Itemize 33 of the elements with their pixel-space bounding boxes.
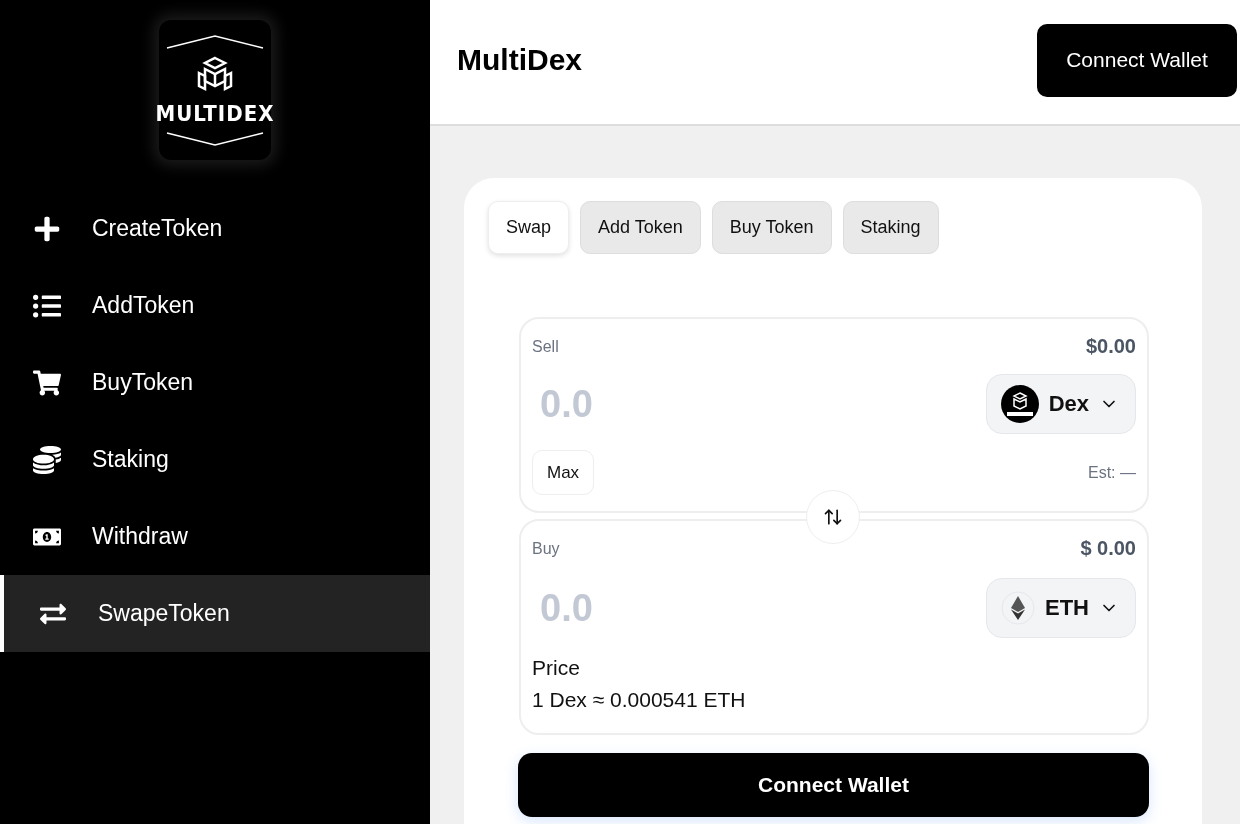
swap-direction-button[interactable] — [806, 490, 860, 544]
tab[interactable]: Add Token — [580, 201, 701, 254]
logo-text: MULTIDEX — [155, 100, 275, 126]
usd-value: $0.00 — [1085, 335, 1136, 358]
tab[interactable]: Staking — [842, 201, 939, 254]
ethereum-icon — [1001, 591, 1035, 625]
sell-label: Sell — [532, 337, 559, 356]
plus-icon — [32, 214, 62, 243]
token-selector[interactable]: ETH — [986, 578, 1136, 638]
page-title: MultiDex — [457, 43, 582, 77]
coins-icon — [32, 445, 62, 474]
sidebar-item[interactable]: BuyToken — [0, 344, 430, 421]
sidebar-item[interactable]: AddToken — [0, 267, 430, 344]
usd-value: $ 0.00 — [1080, 537, 1136, 560]
max-button[interactable]: Max — [532, 450, 595, 495]
token-logo-icon — [1000, 385, 1039, 423]
estimate-text: Est: — — [1088, 463, 1136, 482]
buy-label: Buy — [532, 539, 560, 558]
connect-wallet-button[interactable]: Connect Wallet — [518, 753, 1149, 817]
price-label: Price — [532, 656, 581, 680]
sidebar-item[interactable]: Withdraw — [0, 498, 430, 575]
swap-arrows-icon — [823, 507, 843, 527]
price-text: 1 Dex ≈ 0.000541 ETH — [532, 688, 747, 712]
token-selector[interactable]: Dex — [985, 374, 1136, 434]
sidebar-item[interactable]: Staking — [0, 421, 430, 498]
sidebar-item[interactable]: CreateToken — [0, 190, 430, 267]
chevron-line-icon — [165, 34, 265, 49]
cart-icon — [32, 368, 62, 397]
sidebar-item[interactable]: SwapeToken — [0, 575, 430, 652]
tab[interactable]: Buy Token — [711, 201, 832, 254]
chevron-line-icon — [165, 131, 265, 146]
connect-wallet-button[interactable]: Connect Wallet — [1037, 23, 1237, 97]
tab[interactable]: Swap — [488, 201, 570, 254]
